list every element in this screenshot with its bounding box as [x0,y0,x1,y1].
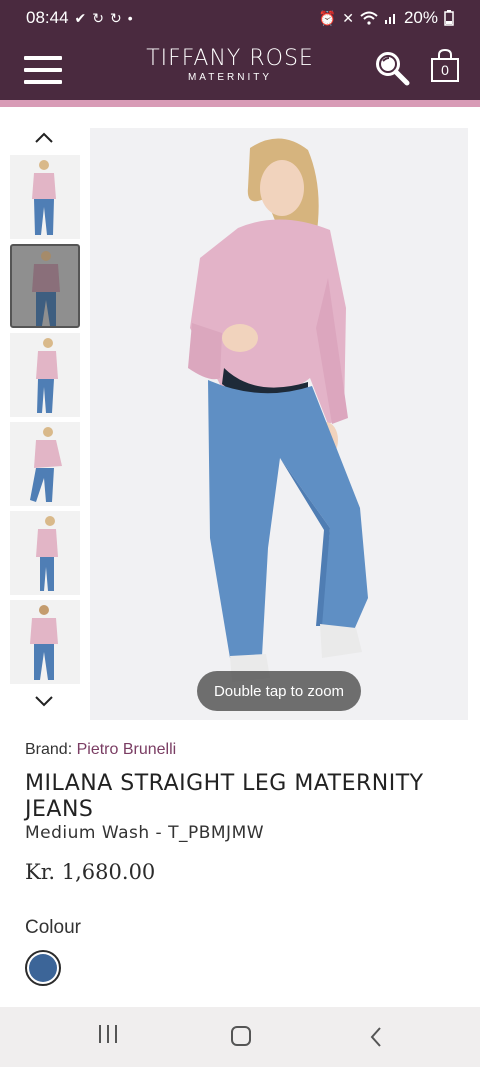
thumbnail-model-image [30,427,62,502]
site-header: TIFFANY ROSE MATERNITY 0 [0,36,480,100]
thumbnail-model-image [32,251,60,326]
wifi-icon [360,11,378,25]
brand-logo-name: TIFFANY ROSE [146,46,314,71]
product-brand: Brand: Pietro Brunelli [25,741,176,759]
dot-icon: • [127,10,133,26]
thumbnail-model-image [36,516,58,591]
thumbnail-5[interactable] [10,600,80,684]
check-icon: ✔ [74,9,87,26]
brand-link[interactable]: Pietro Brunelli [77,741,177,758]
battery-percent: 20% [403,8,438,27]
thumbnail-3[interactable] [10,422,80,506]
status-time: 08:44 [26,8,69,27]
cart-count: 0 [441,62,449,78]
brand-logo[interactable]: TIFFANY ROSE MATERNITY [130,46,330,83]
hamburger-menu-icon[interactable] [24,56,62,84]
battery-icon [444,10,454,26]
thumbnail-model-image [36,338,58,413]
search-icon[interactable] [374,50,410,86]
colour-swatch [29,954,57,982]
thumbnail-model-image [30,605,58,680]
product-title: MILANA STRAIGHT LEG MATERNITY JEANS [25,771,424,822]
colour-label: Colour [25,917,81,938]
product-price: Kr. 1,680.00 [25,860,156,884]
chevron-up-icon[interactable] [33,130,55,146]
brand-logo-sub: MATERNITY [187,72,273,83]
thumbnail-0[interactable] [10,155,80,239]
sync-icon: ↻ [92,9,105,26]
zoom-hint-tooltip: Double tap to zoom [197,671,361,711]
thumbnail-4[interactable] [10,511,80,595]
model-photo [188,138,368,682]
colour-swatch-selected[interactable] [25,950,61,986]
brand-label: Brand: [25,741,73,758]
product-subtitle: Medium Wash - T_PBMJMW [25,823,265,843]
recent-apps-icon[interactable] [96,1021,120,1047]
shopping-bag-button[interactable]: 0 [430,48,460,84]
header-accent-bar [0,100,480,107]
chevron-down-icon[interactable] [33,693,55,709]
thumbnail-list [10,155,80,689]
signal-icon [384,14,395,24]
alarm-icon: ⏰ [318,9,337,26]
mute-icon: ✕ [342,9,354,26]
status-bar: 08:44 ✔ ↻ ↻ • ⏰ ✕ 20% [0,0,480,36]
home-icon[interactable] [231,1026,251,1046]
back-icon[interactable] [368,1025,384,1049]
sync-icon: ↻ [110,9,122,26]
thumbnail-1[interactable] [10,244,80,328]
main-product-image[interactable] [90,128,468,720]
thumbnail-2[interactable] [10,333,80,417]
thumbnail-model-image [32,160,56,235]
